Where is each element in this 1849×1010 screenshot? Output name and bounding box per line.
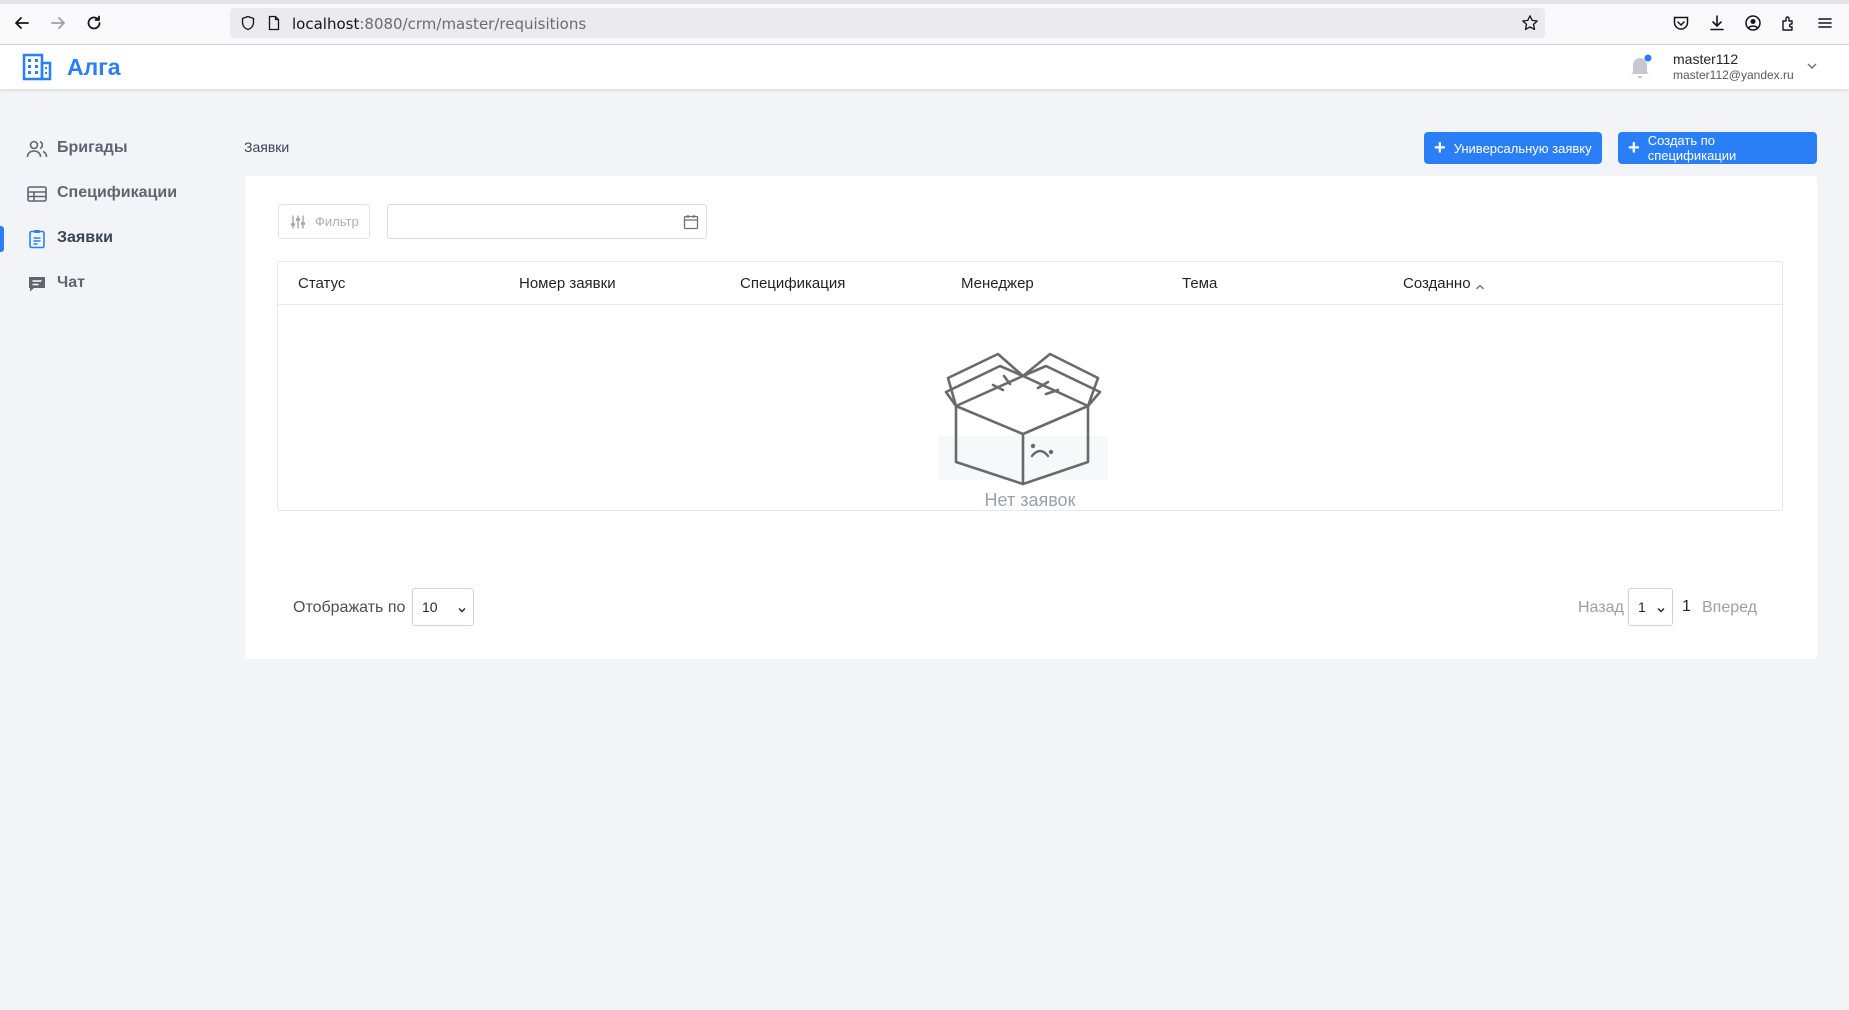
browser-toolbar: localhost:8080/crm/master/requisitions bbox=[0, 0, 1849, 45]
chat-icon bbox=[26, 274, 48, 294]
bookmark-star-icon[interactable] bbox=[1521, 14, 1539, 37]
users-icon bbox=[26, 139, 48, 159]
plus-icon: + bbox=[1434, 137, 1446, 159]
sidebar-item-brigades[interactable]: Бригады bbox=[0, 128, 220, 170]
filter-button[interactable]: Фильтр bbox=[278, 204, 370, 239]
sidebar-item-label: Чат bbox=[57, 274, 85, 291]
requisitions-card: Фильтр Статус Номер заявки Спецификация … bbox=[245, 176, 1817, 659]
current-page-number: 1 bbox=[1682, 598, 1691, 615]
page-size-value: 10 bbox=[422, 599, 438, 615]
url-host: localhost bbox=[292, 15, 360, 33]
url-text[interactable]: localhost:8080/crm/master/requisitions bbox=[292, 15, 586, 33]
forward-icon[interactable] bbox=[47, 12, 69, 34]
column-header-created-label: Созданно bbox=[1403, 275, 1471, 292]
create-by-spec-label: Создать по спецификации bbox=[1647, 133, 1737, 163]
calendar-icon[interactable] bbox=[682, 213, 700, 231]
bell-icon[interactable] bbox=[1628, 53, 1652, 81]
user-email[interactable]: master112@yandex.ru bbox=[1673, 68, 1794, 82]
column-header-number[interactable]: Номер заявки bbox=[519, 275, 616, 292]
clipboard-icon bbox=[26, 229, 48, 249]
prev-page-button[interactable]: Назад bbox=[1578, 599, 1624, 617]
sidebar-item-specifications[interactable]: Спецификации bbox=[0, 173, 220, 215]
sidebar-item-chat[interactable]: Чат bbox=[0, 263, 220, 305]
empty-box-icon bbox=[938, 344, 1108, 486]
page-info-icon[interactable] bbox=[266, 15, 282, 36]
active-indicator bbox=[0, 226, 4, 252]
menu-icon[interactable] bbox=[1814, 12, 1836, 34]
column-header-created[interactable]: Созданно bbox=[1403, 275, 1485, 292]
extensions-icon[interactable] bbox=[1778, 12, 1800, 34]
shield-icon[interactable] bbox=[240, 15, 256, 36]
empty-state-text: Нет заявок bbox=[984, 490, 1076, 510]
create-by-spec-button[interactable]: + Создать по спецификации bbox=[1618, 132, 1817, 164]
table-icon bbox=[26, 184, 48, 204]
page-size-label: Отображать по bbox=[293, 599, 406, 616]
table-header: Статус Номер заявки Спецификация Менедже… bbox=[278, 262, 1782, 305]
next-page-button[interactable]: Вперед bbox=[1702, 599, 1757, 617]
column-header-status[interactable]: Статус bbox=[298, 275, 345, 292]
app-header: Алга master112 master112@yandex.ru bbox=[0, 45, 1849, 89]
sort-ascending-icon[interactable] bbox=[1475, 279, 1485, 290]
browser-tabstrip-edge bbox=[0, 0, 1849, 4]
user-name[interactable]: master112 bbox=[1673, 51, 1738, 67]
chevron-down-icon bbox=[457, 602, 467, 613]
url-path: :8080/crm/master/requisitions bbox=[359, 15, 587, 33]
filter-label: Фильтр bbox=[315, 214, 359, 229]
sidebar-item-requisitions[interactable]: Заявки bbox=[0, 218, 220, 260]
address-bar[interactable]: localhost:8080/crm/master/requisitions bbox=[230, 8, 1545, 38]
column-header-topic[interactable]: Тема bbox=[1182, 275, 1217, 292]
breadcrumb: Заявки bbox=[244, 139, 290, 155]
plus-icon: + bbox=[1628, 137, 1640, 159]
page-select-value: 1 bbox=[1638, 599, 1646, 615]
date-range-input[interactable] bbox=[387, 204, 707, 239]
sliders-icon bbox=[290, 214, 306, 230]
building-icon[interactable] bbox=[22, 53, 52, 81]
create-universal-label: Универсальную заявку bbox=[1453, 140, 1592, 156]
account-icon[interactable] bbox=[1742, 12, 1764, 34]
chevron-down-icon[interactable] bbox=[1805, 59, 1819, 73]
back-icon[interactable] bbox=[11, 12, 33, 34]
pocket-icon[interactable] bbox=[1670, 12, 1692, 34]
app-logo-text[interactable]: Алга bbox=[67, 54, 121, 81]
sidebar-item-label: Заявки bbox=[57, 229, 113, 246]
create-universal-button[interactable]: + Универсальную заявку bbox=[1424, 132, 1602, 164]
page-size-select[interactable]: 10 bbox=[412, 588, 474, 626]
download-icon[interactable] bbox=[1706, 12, 1728, 34]
page-select[interactable]: 1 bbox=[1628, 588, 1673, 626]
column-header-manager[interactable]: Менеджер bbox=[961, 275, 1034, 292]
sidebar-item-label: Спецификации bbox=[57, 184, 178, 201]
requisitions-table: Статус Номер заявки Спецификация Менедже… bbox=[277, 261, 1783, 511]
column-header-specification[interactable]: Спецификация bbox=[740, 275, 845, 292]
reload-icon[interactable] bbox=[83, 12, 105, 34]
sidebar-item-label: Бригады bbox=[57, 139, 128, 156]
chevron-down-icon bbox=[1656, 602, 1666, 613]
